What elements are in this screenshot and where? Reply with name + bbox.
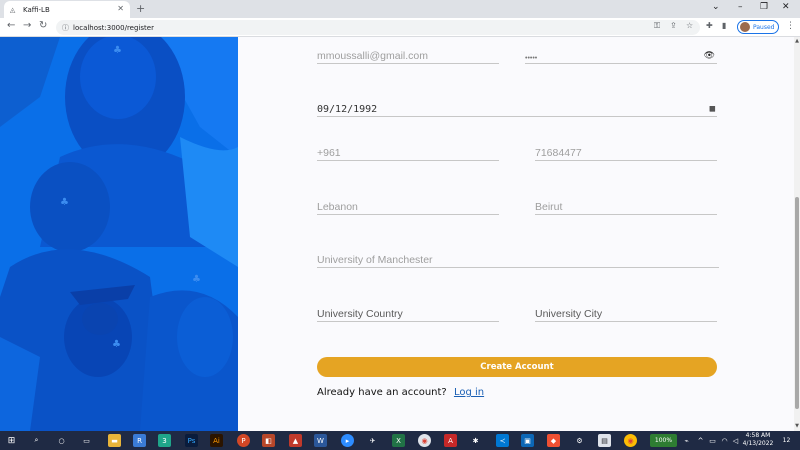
- volume-icon[interactable]: ◁: [729, 434, 742, 447]
- country-field[interactable]: Lebanon: [317, 200, 499, 215]
- login-prompt-text: Already have an account?: [317, 387, 447, 398]
- calendar-icon[interactable]: ▦: [710, 104, 715, 114]
- email-field[interactable]: mmoussalli@gmail.com: [317, 49, 499, 64]
- svg-text:♣: ♣: [113, 45, 122, 56]
- phone-code-placeholder: +961: [317, 147, 341, 159]
- r-app-icon[interactable]: R: [133, 434, 146, 447]
- show-password-eye-icon[interactable]: 👁: [704, 50, 715, 61]
- svg-text:♣: ♣: [192, 274, 201, 285]
- phone-number-placeholder: 71684477: [535, 147, 582, 159]
- birthdate-value: 09/12/1992: [317, 104, 378, 115]
- url-text: localhost:3000/register: [73, 23, 154, 32]
- forward-arrow-icon[interactable]: →: [23, 20, 31, 31]
- chrome-active-icon[interactable]: ◉: [418, 434, 431, 447]
- site-info-icon[interactable]: ⓘ: [62, 23, 69, 33]
- task-view-icon[interactable]: ▭: [80, 434, 93, 447]
- browser-tab-strip: ◬ Kaffi-LB ✕ + ⌄ – ❐ ✕: [0, 0, 800, 18]
- new-tab-icon[interactable]: +: [136, 2, 145, 15]
- extensions-puzzle-icon[interactable]: ✚: [706, 21, 713, 30]
- share-icon[interactable]: ⇪: [670, 21, 677, 30]
- app-3-icon[interactable]: 3: [158, 434, 171, 447]
- browser-tab[interactable]: ◬ Kaffi-LB ✕: [4, 1, 130, 18]
- reload-icon[interactable]: ↻: [39, 20, 47, 31]
- profile-button[interactable]: Paused: [737, 20, 779, 34]
- key-icon[interactable]: ⚿: [654, 21, 660, 31]
- close-window-icon[interactable]: ✕: [782, 2, 790, 12]
- hero-illustration: ♣ ♣ ♣ ♣: [0, 37, 238, 431]
- login-prompt-line: Already have an account? Log in: [317, 387, 484, 398]
- profile-status: Paused: [753, 23, 775, 31]
- register-form: mmoussalli@gmail.com ••••• 👁 09/12/1992 …: [238, 37, 794, 431]
- scroll-down-arrow-icon[interactable]: ▼: [794, 423, 800, 429]
- bookmark-star-icon[interactable]: ☆: [686, 21, 693, 30]
- powerpoint-icon[interactable]: P: [237, 434, 250, 447]
- clock-time[interactable]: 4:58 AM: [742, 432, 774, 439]
- address-bar[interactable]: ⓘ localhost:3000/register: [56, 20, 700, 35]
- close-tab-icon[interactable]: ✕: [117, 4, 124, 13]
- red-app-icon[interactable]: ▲: [289, 434, 302, 447]
- slides-icon[interactable]: ◧: [262, 434, 275, 447]
- excel-icon[interactable]: X: [392, 434, 405, 447]
- bird-app-icon[interactable]: ✈: [366, 434, 379, 447]
- city-placeholder: Beirut: [535, 201, 563, 213]
- windows-taskbar: ⊞ ⌕ ○ ▭ ▬ R 3 Ps Ai P ◧ ▲ W ▸ ✈ X ◉ A ✱ …: [0, 431, 800, 450]
- avatar: [740, 22, 750, 32]
- slack-icon[interactable]: ✱: [469, 434, 482, 447]
- scroll-thumb[interactable]: [795, 197, 799, 409]
- university-field[interactable]: University of Manchester: [317, 253, 719, 268]
- more-menu-icon[interactable]: ⋮: [786, 21, 795, 31]
- photoshop-icon[interactable]: Ps: [185, 434, 198, 447]
- graduates-illustration: ♣ ♣ ♣ ♣: [0, 37, 238, 431]
- git-icon[interactable]: ◆: [547, 434, 560, 447]
- tab-title: Kaffi-LB: [23, 5, 50, 14]
- search-icon[interactable]: ⌕: [30, 434, 43, 447]
- zoom-icon[interactable]: ▸: [341, 434, 354, 447]
- svg-text:♣: ♣: [112, 339, 121, 350]
- back-arrow-icon[interactable]: ←: [7, 20, 15, 31]
- plug-icon[interactable]: ⌁: [680, 434, 693, 447]
- vscode-icon[interactable]: ≺: [496, 434, 509, 447]
- minimize-icon[interactable]: –: [738, 2, 743, 12]
- email-placeholder: mmoussalli@gmail.com: [317, 50, 429, 62]
- notification-count[interactable]: 12: [780, 434, 793, 447]
- university-city-placeholder: University City: [535, 308, 603, 320]
- scroll-up-arrow-icon[interactable]: ▲: [794, 38, 800, 44]
- cortana-circle-icon[interactable]: ○: [55, 434, 68, 447]
- chrome-icon[interactable]: ◉: [624, 434, 637, 447]
- maximize-icon[interactable]: ❐: [760, 2, 768, 12]
- phone-code-field[interactable]: +961: [317, 146, 499, 161]
- university-country-placeholder: University Country: [317, 308, 403, 320]
- create-account-button[interactable]: Create Account: [317, 357, 717, 377]
- settings-gear-icon[interactable]: ⚙: [573, 434, 586, 447]
- university-city-field[interactable]: University City: [535, 307, 717, 322]
- password-field[interactable]: ••••• 👁: [525, 49, 717, 64]
- svg-text:♣: ♣: [60, 197, 69, 208]
- site-favicon-icon: ◬: [10, 5, 16, 14]
- country-placeholder: Lebanon: [317, 201, 358, 213]
- windows-start-icon[interactable]: ⊞: [5, 434, 18, 447]
- page-scrollbar[interactable]: ▲ ▼: [794, 37, 800, 431]
- city-field[interactable]: Beirut: [535, 200, 717, 215]
- register-page: ♣ ♣ ♣ ♣ mmoussalli@gmail.com ••••• 👁 09/…: [0, 37, 800, 431]
- clock-date[interactable]: 4/13/2022: [742, 440, 774, 447]
- password-mask: •••••: [525, 55, 538, 62]
- acrobat-icon[interactable]: A: [444, 434, 457, 447]
- battery-indicator[interactable]: 100%: [650, 434, 677, 447]
- file-explorer-icon[interactable]: ▬: [108, 434, 121, 447]
- word-icon[interactable]: W: [314, 434, 327, 447]
- chevron-down-icon[interactable]: ⌄: [712, 2, 720, 12]
- browser-toolbar: ← → ↻ ⓘ localhost:3000/register ⚿ ⇪ ☆ ✚ …: [0, 18, 800, 37]
- side-panel-icon[interactable]: ▮: [722, 21, 726, 30]
- image-viewer-icon[interactable]: ▣: [521, 434, 534, 447]
- birthdate-field[interactable]: 09/12/1992 ▦: [317, 102, 717, 117]
- illustrator-icon[interactable]: Ai: [210, 434, 223, 447]
- login-link[interactable]: Log in: [454, 387, 484, 398]
- university-placeholder: University of Manchester: [317, 254, 433, 266]
- phone-number-field[interactable]: 71684477: [535, 146, 717, 161]
- app-window-icon[interactable]: ▤: [598, 434, 611, 447]
- university-country-field[interactable]: University Country: [317, 307, 499, 322]
